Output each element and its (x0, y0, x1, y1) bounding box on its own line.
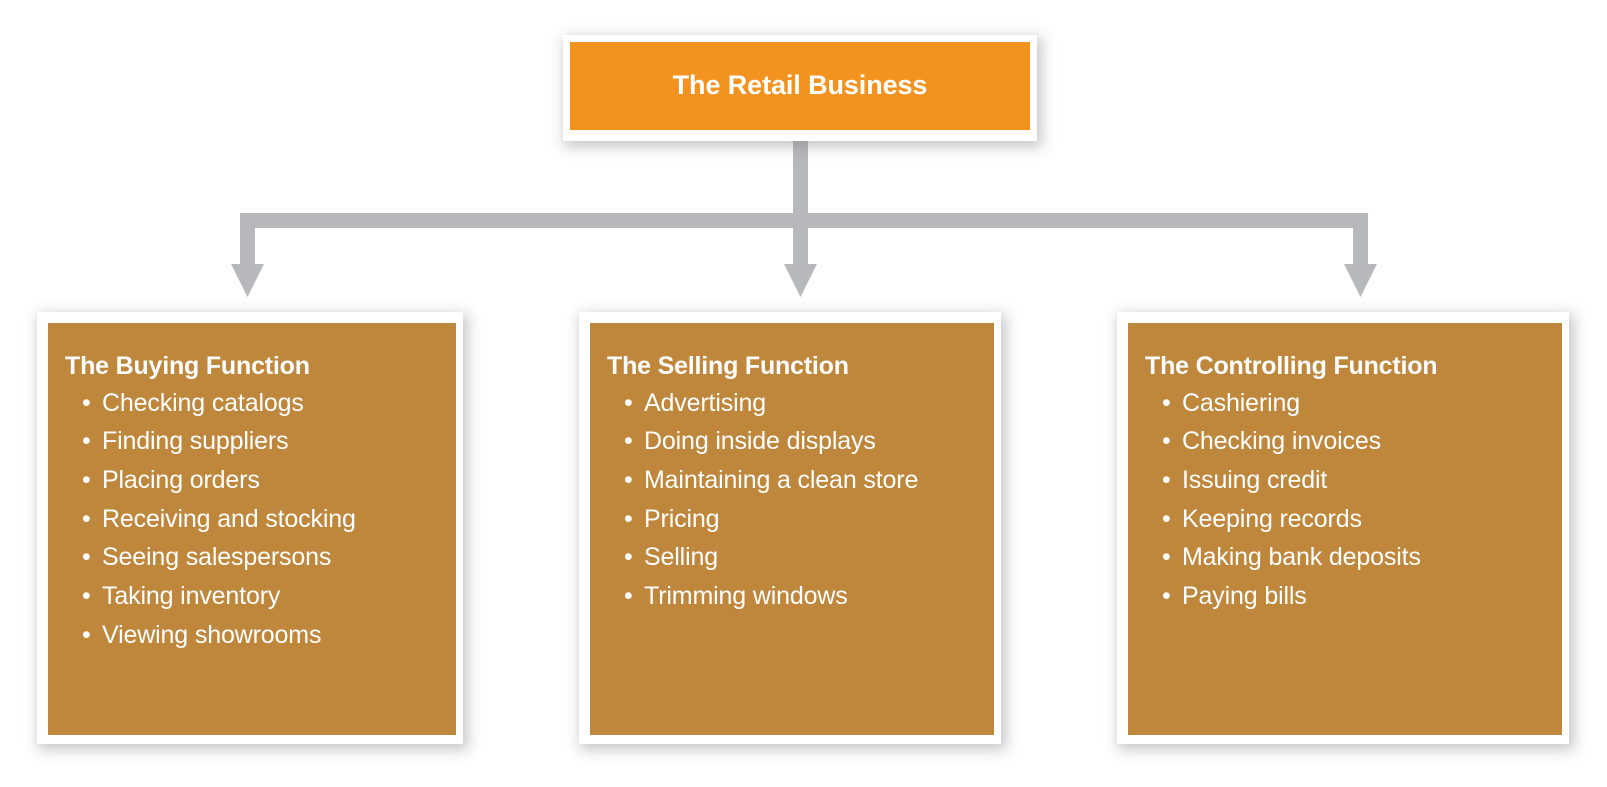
list-item-label: Keeping records (1182, 504, 1362, 533)
list-item: • Checking catalogs (82, 384, 442, 423)
bullet-icon: • (624, 581, 633, 610)
list-item-label: Checking invoices (1182, 427, 1381, 456)
bullet-icon: • (1162, 466, 1171, 494)
bullet-icon: • (82, 504, 91, 533)
connector-left-stem (240, 213, 255, 267)
bullet-icon: • (1162, 504, 1171, 533)
list-item: • Making bank deposits (1162, 538, 1548, 577)
node-buying-function-body: The Buying Function • Checking catalogs … (48, 323, 456, 735)
node-selling-function[interactable]: The Selling Function • Advertising • Doi… (579, 312, 1001, 744)
controlling-function-title: The Controlling Function (1145, 352, 1438, 380)
list-item-label: Placing orders (102, 466, 260, 494)
list-item: • Viewing showrooms (82, 616, 442, 655)
connector-right-stem (1353, 213, 1368, 267)
controlling-function-list: • Cashiering • Checking invoices • Issui… (1142, 384, 1548, 616)
list-item: • Seeing salespersons (82, 538, 442, 577)
connector-horizontal-bus (240, 213, 1368, 228)
list-item-label: Viewing showrooms (102, 620, 322, 649)
selling-function-list: • Advertising • Doing inside displays • … (604, 384, 980, 616)
node-controlling-function[interactable]: The Controlling Function • Cashiering • … (1117, 312, 1569, 744)
node-controlling-function-body: The Controlling Function • Cashiering • … (1128, 323, 1562, 735)
bullet-icon: • (1162, 427, 1171, 456)
list-item-label: Making bank deposits (1182, 543, 1421, 572)
list-item: • Advertising (624, 384, 980, 423)
list-item: • Selling (624, 538, 980, 577)
buying-function-list: • Checking catalogs • Finding suppliers … (62, 384, 442, 654)
bullet-icon: • (624, 504, 633, 533)
list-item: • Issuing credit (1162, 461, 1548, 500)
list-item: • Receiving and stocking (82, 500, 442, 539)
list-item: • Finding suppliers (82, 422, 442, 461)
bullet-icon: • (624, 466, 633, 494)
list-item: • Taking inventory (82, 577, 442, 616)
list-item: • Checking invoices (1162, 422, 1548, 461)
node-selling-function-body: The Selling Function • Advertising • Doi… (590, 323, 994, 735)
buying-function-title: The Buying Function (65, 352, 310, 380)
bullet-icon: • (82, 543, 91, 572)
selling-function-title: The Selling Function (607, 352, 849, 380)
list-item-label: Advertising (644, 388, 767, 417)
list-item-label: Finding suppliers (102, 427, 289, 456)
connector-middle-stem (793, 213, 808, 267)
list-item-label: Issuing credit (1182, 466, 1328, 494)
org-diagram-canvas: The Retail Business The Buying Function … (0, 0, 1607, 787)
list-item-label: Checking catalogs (102, 388, 304, 417)
arrowhead-right-icon (1344, 264, 1377, 297)
bullet-icon: • (82, 581, 91, 610)
bullet-icon: • (1162, 581, 1171, 610)
list-item-label: Paying bills (1182, 581, 1307, 610)
bullet-icon: • (82, 388, 91, 417)
connector-root-stem (793, 140, 808, 222)
bullet-icon: • (82, 427, 91, 456)
bullet-icon: • (1162, 543, 1171, 572)
list-item-label: Pricing (644, 504, 720, 533)
bullet-icon: • (1162, 388, 1171, 417)
bullet-icon: • (624, 543, 633, 572)
list-item-label: Trimming windows (644, 581, 848, 610)
list-item-label: Selling (644, 543, 718, 572)
list-item-label: Receiving and stocking (102, 504, 356, 533)
list-item: • Pricing (624, 500, 980, 539)
bullet-icon: • (624, 388, 633, 417)
root-node-title: The Retail Business (672, 70, 928, 101)
list-item-label: Cashiering (1182, 388, 1301, 417)
node-retail-business[interactable]: The Retail Business (563, 35, 1037, 141)
arrowhead-middle-icon (784, 264, 817, 297)
list-item-label: Maintaining a clean store (644, 466, 919, 494)
list-item: • Paying bills (1162, 577, 1548, 616)
list-item: • Maintaining a clean store (624, 461, 980, 500)
list-item: • Keeping records (1162, 500, 1548, 539)
node-buying-function[interactable]: The Buying Function • Checking catalogs … (37, 312, 463, 744)
node-retail-business-body: The Retail Business (570, 42, 1030, 130)
list-item-label: Taking inventory (102, 581, 281, 610)
list-item: • Cashiering (1162, 384, 1548, 423)
list-item: • Placing orders (82, 461, 442, 500)
arrowhead-left-icon (231, 264, 264, 297)
bullet-icon: • (82, 620, 91, 649)
bullet-icon: • (82, 466, 91, 494)
list-item-label: Doing inside displays (644, 427, 876, 456)
bullet-icon: • (624, 427, 633, 456)
list-item-label: Seeing salespersons (102, 543, 332, 572)
list-item: • Trimming windows (624, 577, 980, 616)
list-item: • Doing inside displays (624, 422, 980, 461)
